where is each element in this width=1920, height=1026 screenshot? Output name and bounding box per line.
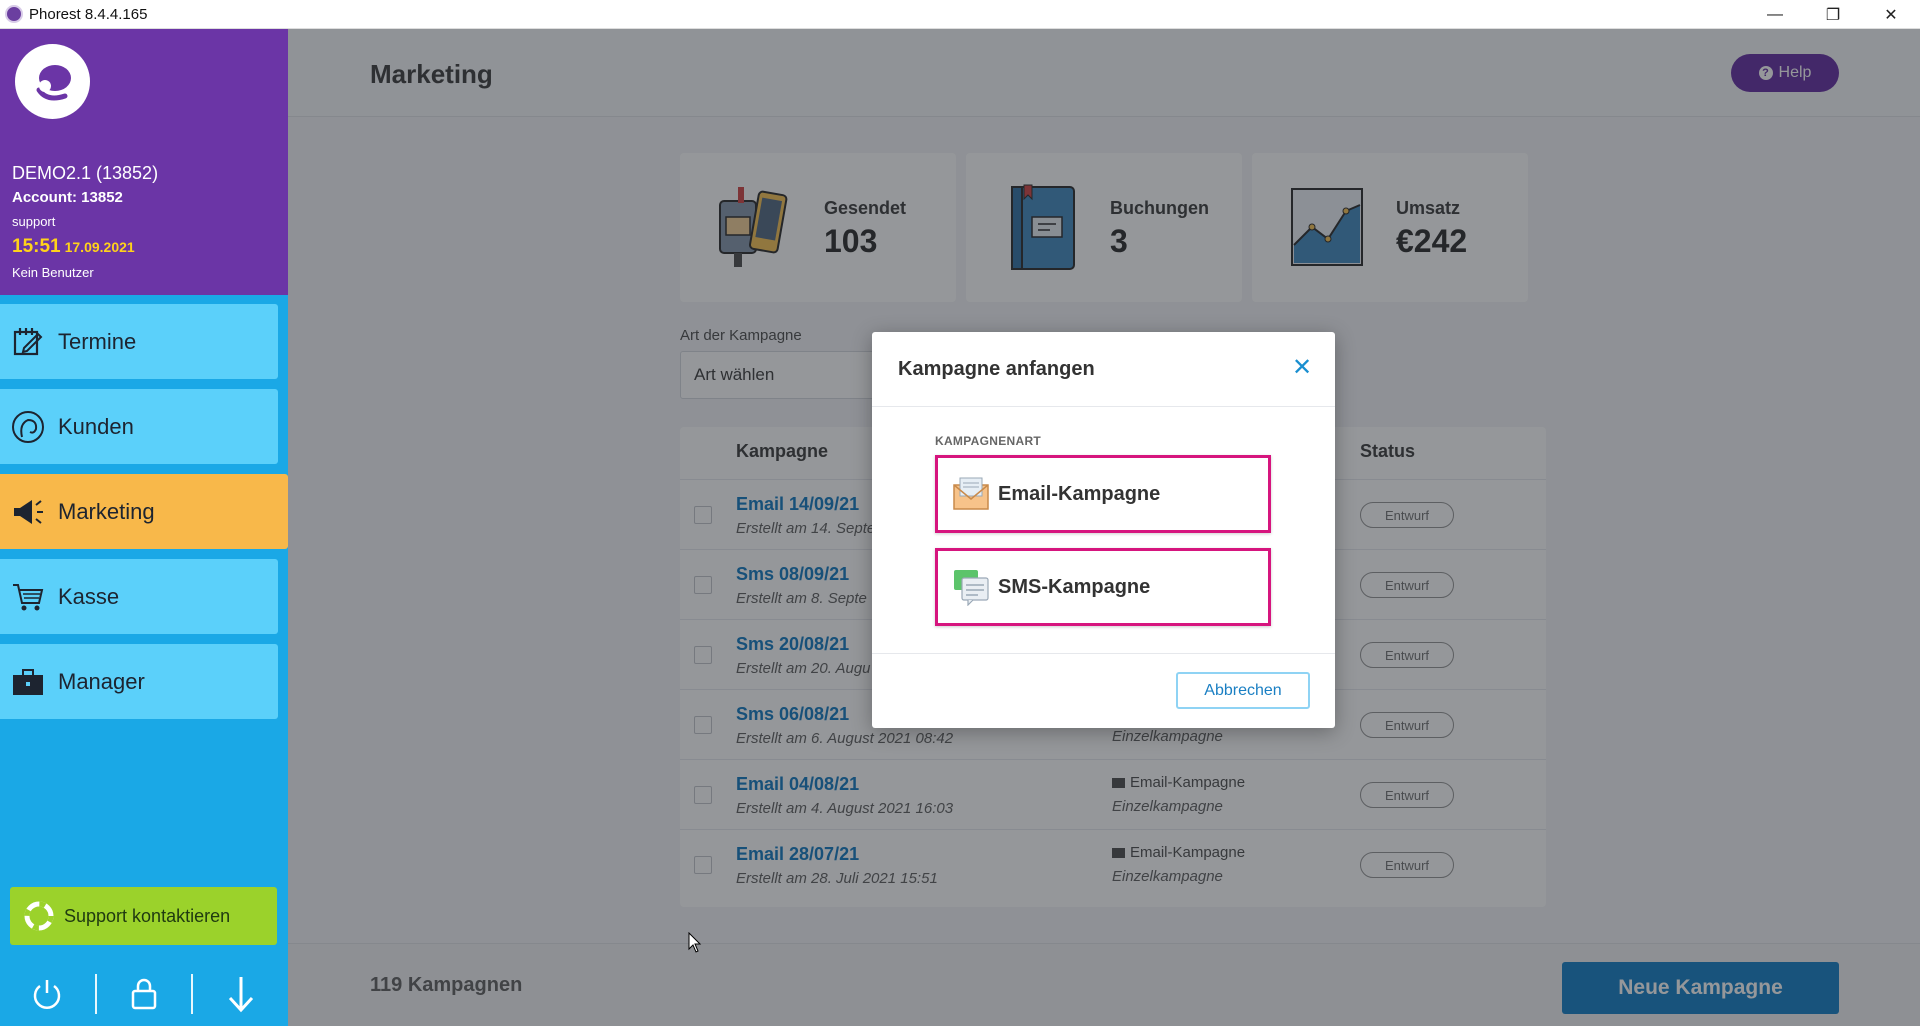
sidebar-bottom-toolbar bbox=[0, 964, 288, 1024]
power-button[interactable] bbox=[0, 969, 95, 1019]
nav-item-kunden[interactable]: Kunden bbox=[0, 389, 278, 464]
account-datetime: 15:51 17.09.2021 bbox=[12, 236, 135, 258]
customer-head-icon bbox=[10, 409, 46, 445]
current-time: 15:51 bbox=[12, 236, 61, 257]
app-icon bbox=[5, 5, 23, 23]
cancel-button[interactable]: Abbrechen bbox=[1176, 672, 1310, 709]
account-number: Account: 13852 bbox=[12, 189, 123, 206]
shopping-cart-icon bbox=[10, 579, 46, 615]
account-name: DEMO2.1 (13852) bbox=[12, 163, 159, 183]
minimize-button[interactable]: — bbox=[1746, 0, 1804, 29]
toolbar-divider bbox=[94, 974, 97, 1014]
lock-icon bbox=[131, 978, 157, 1010]
nav-label: Manager bbox=[58, 668, 145, 694]
email-envelope-icon bbox=[952, 475, 990, 513]
start-campaign-dialog: Kampagne anfangen ✕ KAMPAGNENART Email-K… bbox=[872, 332, 1335, 728]
nav-label: Kasse bbox=[58, 583, 120, 609]
megaphone-icon bbox=[10, 494, 46, 530]
briefcase-icon bbox=[10, 664, 46, 700]
dialog-title: Kampagne anfangen bbox=[898, 358, 1095, 380]
close-icon[interactable]: ✕ bbox=[1290, 356, 1314, 380]
sidebar: DEMO2.1 (13852) Account: 13852 support 1… bbox=[0, 29, 288, 1026]
download-button[interactable] bbox=[193, 969, 288, 1019]
nav-item-marketing[interactable]: Marketing bbox=[0, 474, 288, 549]
support-label: Support kontaktieren bbox=[64, 905, 231, 926]
arrow-down-icon bbox=[228, 977, 253, 1013]
nav-label: Kunden bbox=[58, 413, 134, 439]
toolbar-divider bbox=[191, 974, 194, 1014]
account-panel: DEMO2.1 (13852) Account: 13852 support 1… bbox=[0, 29, 288, 295]
window-controls: — ❐ ✕ bbox=[1746, 0, 1920, 29]
logo-icon bbox=[36, 64, 71, 100]
account-user: support bbox=[12, 214, 56, 229]
nav-label: Termine bbox=[58, 328, 137, 354]
sms-chat-icon bbox=[952, 568, 990, 607]
calendar-edit-icon bbox=[10, 324, 46, 360]
nav-label: Marketing bbox=[58, 498, 155, 524]
phorest-logo bbox=[15, 44, 90, 119]
sms-campaign-option[interactable]: SMS-Kampagne bbox=[935, 548, 1271, 626]
email-campaign-option[interactable]: Email-Kampagne bbox=[935, 455, 1271, 533]
nav-item-termine[interactable]: Termine bbox=[0, 304, 278, 379]
current-date: 17.09.2021 bbox=[64, 239, 135, 255]
window-title: Phorest 8.4.4.165 bbox=[29, 5, 148, 23]
support-contact-button[interactable]: Support kontaktieren bbox=[10, 887, 277, 945]
nav-item-manager[interactable]: Manager bbox=[0, 644, 278, 719]
nav-item-kasse[interactable]: Kasse bbox=[0, 559, 278, 634]
dialog-divider bbox=[872, 653, 1335, 654]
option-label: SMS-Kampagne bbox=[998, 575, 1151, 598]
close-window-button[interactable]: ✕ bbox=[1862, 0, 1920, 29]
dialog-divider bbox=[872, 406, 1335, 407]
lifebuoy-icon bbox=[24, 901, 54, 931]
user-status: Kein Benutzer bbox=[12, 265, 94, 280]
option-label: Email-Kampagne bbox=[998, 482, 1161, 505]
lock-button[interactable] bbox=[97, 969, 192, 1019]
restore-button[interactable]: ❐ bbox=[1804, 0, 1862, 29]
campaign-type-section-label: KAMPAGNENART bbox=[935, 434, 1042, 448]
power-icon bbox=[34, 980, 61, 1009]
mouse-cursor-icon bbox=[688, 932, 702, 953]
window-titlebar: Phorest 8.4.4.165 — ❐ ✕ bbox=[0, 0, 1920, 29]
